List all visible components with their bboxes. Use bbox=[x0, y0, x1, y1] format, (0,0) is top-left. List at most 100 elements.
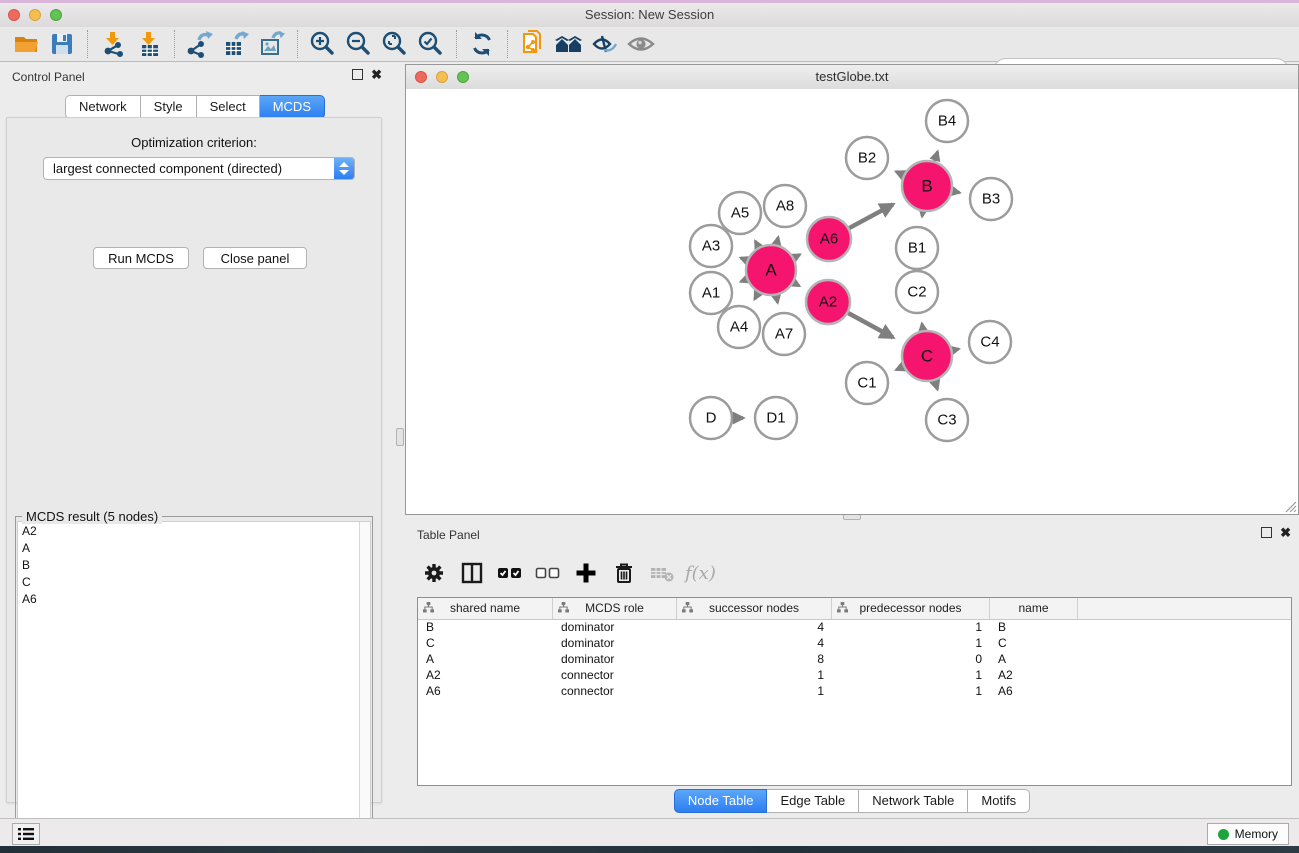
table-row[interactable]: Bdominator41B bbox=[418, 619, 1291, 635]
show-details-button[interactable] bbox=[623, 29, 659, 59]
mcds-result-item[interactable]: A2 bbox=[18, 522, 370, 539]
import-network-button[interactable] bbox=[95, 29, 131, 59]
tab-style[interactable]: Style bbox=[141, 95, 197, 119]
cell-shared-name[interactable]: B bbox=[418, 619, 553, 635]
edge-A-A3[interactable] bbox=[741, 258, 747, 260]
column-header-name[interactable]: name bbox=[990, 598, 1078, 619]
add-column-button[interactable] bbox=[569, 557, 603, 589]
memory-button[interactable]: Memory bbox=[1207, 823, 1289, 845]
table-tab-motifs[interactable]: Motifs bbox=[968, 789, 1030, 813]
tab-network[interactable]: Network bbox=[65, 95, 141, 119]
cell-successor-nodes[interactable]: 4 bbox=[677, 635, 832, 651]
resize-grip-icon[interactable] bbox=[1284, 500, 1297, 513]
table-row[interactable]: Adominator80A bbox=[418, 651, 1291, 667]
cell-successor-nodes[interactable]: 1 bbox=[677, 683, 832, 699]
run-mcds-button[interactable]: Run MCDS bbox=[93, 247, 189, 269]
function-builder-button[interactable]: f(x) bbox=[685, 563, 716, 584]
cell-name[interactable]: B bbox=[990, 619, 1078, 635]
edge-A-A5[interactable] bbox=[755, 241, 758, 247]
zoom-in-button[interactable] bbox=[305, 29, 341, 59]
table-row[interactable]: A2connector11A2 bbox=[418, 667, 1291, 683]
cell-MCDS-role[interactable]: dominator bbox=[553, 619, 677, 635]
hide-details-button[interactable] bbox=[587, 29, 623, 59]
cell-successor-nodes[interactable]: 1 bbox=[677, 667, 832, 683]
edge-B-B2[interactable] bbox=[896, 172, 903, 175]
network-canvas[interactable]: B4B2BB3A5A8A6B1A3AA1C2A2A4A7C4CC1DD1C3 bbox=[406, 89, 1298, 514]
cell-shared-name[interactable]: A bbox=[418, 651, 553, 667]
home-layout-button[interactable] bbox=[551, 29, 587, 59]
mcds-result-item[interactable]: A bbox=[18, 539, 370, 556]
tab-select[interactable]: Select bbox=[197, 95, 260, 119]
deselect-all-button[interactable] bbox=[531, 557, 565, 589]
export-image-button[interactable] bbox=[254, 29, 290, 59]
column-header-shared-name[interactable]: shared name bbox=[418, 598, 553, 619]
edge-B-B1[interactable] bbox=[922, 212, 923, 217]
tab-mcds[interactable]: MCDS bbox=[260, 95, 325, 119]
close-panel-icon[interactable]: ✖ bbox=[1280, 527, 1291, 538]
cell-predecessor-nodes[interactable]: 1 bbox=[832, 667, 990, 683]
task-history-button[interactable] bbox=[12, 823, 40, 845]
edge-B-B4[interactable] bbox=[935, 152, 938, 162]
float-panel-icon[interactable] bbox=[352, 69, 363, 80]
table-tab-edge-table[interactable]: Edge Table bbox=[767, 789, 859, 813]
edge-A-A1[interactable] bbox=[741, 279, 747, 281]
refresh-button[interactable] bbox=[464, 29, 500, 59]
delete-table-button-disabled[interactable] bbox=[645, 557, 679, 589]
edge-A-A2[interactable] bbox=[794, 283, 800, 286]
edge-A6-B[interactable] bbox=[849, 205, 893, 229]
scrollbar-track[interactable] bbox=[359, 522, 370, 849]
delete-column-button[interactable] bbox=[607, 557, 641, 589]
cell-name[interactable]: C bbox=[990, 635, 1078, 651]
edge-A-A8[interactable] bbox=[777, 237, 779, 244]
export-network-button[interactable] bbox=[182, 29, 218, 59]
cell-name[interactable]: A6 bbox=[990, 683, 1078, 699]
cell-shared-name[interactable]: A2 bbox=[418, 667, 553, 683]
edge-C-C2[interactable] bbox=[922, 324, 923, 331]
edge-A2-C[interactable] bbox=[848, 313, 893, 337]
table-row[interactable]: A6connector11A6 bbox=[418, 683, 1291, 699]
cell-shared-name[interactable]: C bbox=[418, 635, 553, 651]
cell-MCDS-role[interactable]: dominator bbox=[553, 635, 677, 651]
column-header-MCDS-role[interactable]: MCDS role bbox=[553, 598, 677, 619]
table-tab-network-table[interactable]: Network Table bbox=[859, 789, 968, 813]
open-session-button[interactable] bbox=[8, 29, 44, 59]
mcds-result-list[interactable]: A2ABCA6 bbox=[17, 521, 371, 850]
cell-successor-nodes[interactable]: 4 bbox=[677, 619, 832, 635]
show-column-button[interactable] bbox=[455, 557, 489, 589]
cell-name[interactable]: A bbox=[990, 651, 1078, 667]
close-panel-icon[interactable]: ✖ bbox=[371, 69, 382, 80]
cell-predecessor-nodes[interactable]: 1 bbox=[832, 635, 990, 651]
import-table-button[interactable] bbox=[131, 29, 167, 59]
edge-A-A6[interactable] bbox=[794, 255, 800, 258]
optimization-criterion-select[interactable]: largest connected component (directed) bbox=[43, 157, 355, 180]
edge-C-C1[interactable] bbox=[896, 367, 903, 370]
zoom-selected-button[interactable] bbox=[413, 29, 449, 59]
mcds-result-item[interactable]: A6 bbox=[18, 590, 370, 607]
cell-MCDS-role[interactable]: connector bbox=[553, 667, 677, 683]
settings-gear-button[interactable] bbox=[417, 557, 451, 589]
float-panel-icon[interactable] bbox=[1261, 527, 1272, 538]
clone-network-button[interactable] bbox=[515, 29, 551, 59]
cell-predecessor-nodes[interactable]: 1 bbox=[832, 683, 990, 699]
select-all-button[interactable] bbox=[493, 557, 527, 589]
export-table-button[interactable] bbox=[218, 29, 254, 59]
zoom-fit-button[interactable] bbox=[377, 29, 413, 59]
cell-shared-name[interactable]: A6 bbox=[418, 683, 553, 699]
cell-name[interactable]: A2 bbox=[990, 667, 1078, 683]
edge-B-B3[interactable] bbox=[952, 191, 959, 192]
cell-predecessor-nodes[interactable]: 0 bbox=[832, 651, 990, 667]
table-tab-node-table[interactable]: Node Table bbox=[674, 789, 768, 813]
zoom-out-button[interactable] bbox=[341, 29, 377, 59]
edge-C-C3[interactable] bbox=[935, 381, 938, 390]
cell-successor-nodes[interactable]: 8 bbox=[677, 651, 832, 667]
network-window-titlebar[interactable]: testGlobe.txt bbox=[406, 65, 1298, 90]
close-panel-button[interactable]: Close panel bbox=[203, 247, 307, 269]
vertical-split-handle[interactable] bbox=[396, 428, 404, 446]
column-header-predecessor-nodes[interactable]: predecessor nodes bbox=[832, 598, 990, 619]
edge-C-C4[interactable] bbox=[952, 349, 958, 350]
cell-predecessor-nodes[interactable]: 1 bbox=[832, 619, 990, 635]
cell-MCDS-role[interactable]: dominator bbox=[553, 651, 677, 667]
mcds-result-item[interactable]: B bbox=[18, 556, 370, 573]
edge-A-A4[interactable] bbox=[755, 293, 759, 299]
mcds-result-item[interactable]: C bbox=[18, 573, 370, 590]
